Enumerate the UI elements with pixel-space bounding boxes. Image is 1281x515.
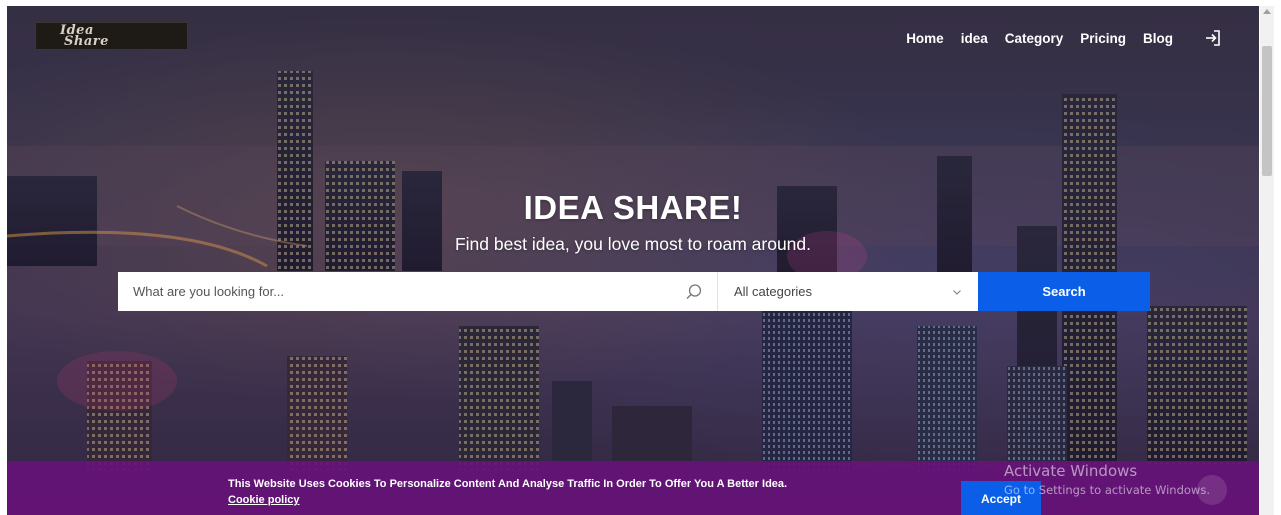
hero-background	[7, 6, 1259, 515]
windows-activation-watermark: Activate Windows Go to Settings to activ…	[1004, 462, 1210, 497]
magnifier-icon[interactable]	[685, 283, 703, 301]
cookie-message: This Website Uses Cookies To Personalize…	[228, 478, 788, 490]
site-logo[interactable]: Idea Share	[35, 22, 188, 50]
sign-in-icon[interactable]	[1203, 28, 1223, 48]
main-nav: Home idea Category Pricing Blog	[889, 28, 1223, 48]
page: Idea Share Home idea Category Pricing Bl…	[7, 6, 1259, 515]
cookie-policy-link[interactable]: Cookie policy	[228, 494, 300, 506]
category-selected-value: All categories	[734, 284, 813, 299]
logo-line-2: Share	[64, 34, 109, 49]
nav-idea[interactable]: idea	[961, 31, 988, 46]
nav-blog[interactable]: Blog	[1143, 31, 1173, 46]
chevron-down-icon	[953, 289, 961, 295]
watermark-title: Activate Windows	[1004, 462, 1138, 480]
search-button[interactable]: Search	[978, 272, 1150, 311]
search-input-wrapper	[118, 272, 718, 311]
category-select[interactable]: All categories	[718, 272, 978, 311]
scrollbar-thumb[interactable]	[1262, 46, 1272, 176]
page-scrollbar[interactable]	[1260, 6, 1274, 515]
nav-home[interactable]: Home	[906, 31, 944, 46]
search-bar: All categories Search	[118, 272, 1150, 311]
hero-subtitle: Find best idea, you love most to roam ar…	[454, 234, 812, 254]
scroll-up-arrow-icon[interactable]	[1263, 9, 1271, 14]
nav-pricing[interactable]: Pricing	[1080, 31, 1126, 46]
watermark-subtitle: Go to Settings to activate Windows.	[1004, 483, 1210, 497]
nav-category[interactable]: Category	[1005, 31, 1064, 46]
hero-title: IDEA SHARE!	[523, 189, 743, 226]
search-input[interactable]	[118, 272, 685, 311]
